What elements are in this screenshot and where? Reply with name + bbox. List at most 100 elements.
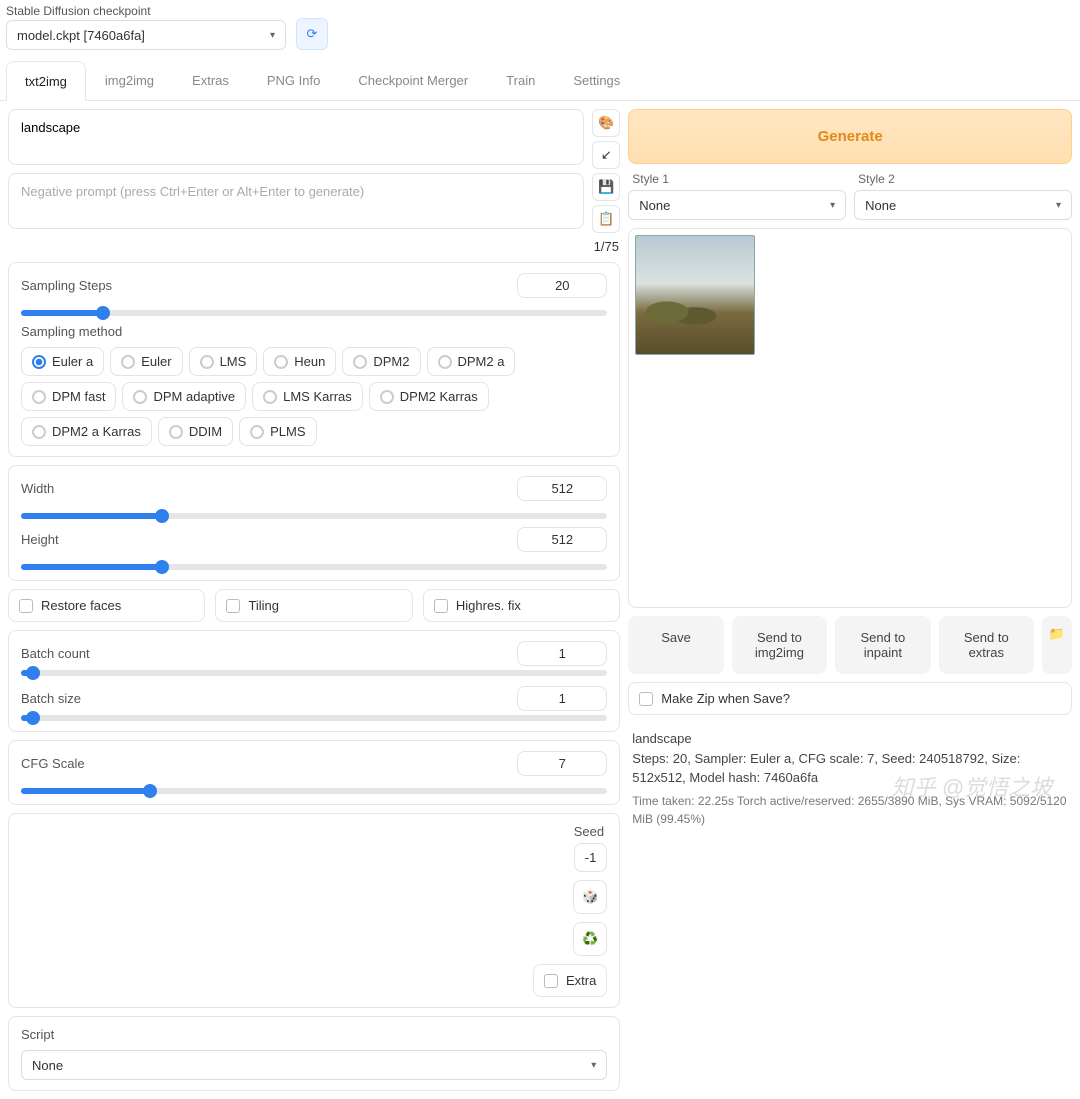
- send-inpaint-button[interactable]: Send to inpaint: [835, 616, 930, 674]
- seed-extra-check[interactable]: Extra: [533, 964, 607, 997]
- radio-icon: [263, 390, 277, 404]
- batch-count-value[interactable]: 1: [517, 641, 607, 666]
- radio-icon: [438, 355, 452, 369]
- sampling-method-dpm2-karras[interactable]: DPM2 Karras: [369, 382, 489, 411]
- sampling-method-lms[interactable]: LMS: [189, 347, 258, 376]
- radio-icon: [169, 425, 183, 439]
- seed-reuse-button[interactable]: ♻️: [573, 922, 607, 956]
- checkbox-icon: [639, 692, 653, 706]
- prompt-input[interactable]: [8, 109, 584, 165]
- sampling-method-ddim[interactable]: DDIM: [158, 417, 233, 446]
- batch-count-label: Batch count: [21, 646, 507, 661]
- tab-txt2img[interactable]: txt2img: [6, 61, 86, 101]
- seed-random-button[interactable]: 🎲: [573, 880, 607, 914]
- batch-count-slider[interactable]: [21, 670, 607, 676]
- style2-select[interactable]: None▾: [854, 190, 1072, 220]
- token-count: 1/75: [594, 239, 619, 254]
- checkpoint-select[interactable]: model.ckpt [7460a6fa] ▾: [6, 20, 286, 50]
- sampling-method-euler-a[interactable]: Euler a: [21, 347, 104, 376]
- sampling-method-label: Sampling method: [21, 324, 607, 339]
- seed-input[interactable]: -1: [574, 843, 608, 872]
- radio-icon: [32, 355, 46, 369]
- checkbox-icon: [434, 599, 448, 613]
- info-prompt: landscape: [632, 729, 1068, 749]
- sampling-method-dpm-fast[interactable]: DPM fast: [21, 382, 116, 411]
- folder-icon: 📁: [1049, 626, 1065, 641]
- style1-label: Style 1: [628, 172, 846, 186]
- sampling-method-dpm-adaptive[interactable]: DPM adaptive: [122, 382, 246, 411]
- batch-size-value[interactable]: 1: [517, 686, 607, 711]
- recycle-icon: ♻️: [582, 931, 598, 947]
- tab-png-info[interactable]: PNG Info: [248, 60, 339, 100]
- batch-size-slider[interactable]: [21, 715, 607, 721]
- radio-icon: [133, 390, 147, 404]
- save-icon: 💾: [598, 179, 614, 195]
- dice-icon: 🎲: [582, 889, 598, 905]
- make-zip-check[interactable]: Make Zip when Save?: [628, 682, 1072, 715]
- arrow-icon: ↙: [601, 147, 612, 163]
- reload-checkpoint-button[interactable]: ⟳: [296, 18, 328, 50]
- height-value[interactable]: 512: [517, 527, 607, 552]
- palette-icon: 🎨: [598, 115, 614, 131]
- restore-faces-check[interactable]: Restore faces: [8, 589, 205, 622]
- sampling-method-dpm2[interactable]: DPM2: [342, 347, 420, 376]
- style-palette-button[interactable]: 🎨: [592, 109, 620, 137]
- seed-label: Seed: [574, 824, 608, 839]
- info-params: Steps: 20, Sampler: Euler a, CFG scale: …: [632, 749, 1068, 788]
- sampling-method-lms-karras[interactable]: LMS Karras: [252, 382, 363, 411]
- radio-icon: [200, 355, 214, 369]
- checkbox-icon: [226, 599, 240, 613]
- open-folder-button[interactable]: 📁: [1042, 616, 1072, 674]
- radio-icon: [32, 390, 46, 404]
- tab-train[interactable]: Train: [487, 60, 554, 100]
- save-button[interactable]: Save: [628, 616, 723, 674]
- width-slider[interactable]: [21, 513, 607, 519]
- height-label: Height: [21, 532, 507, 547]
- apply-style-button[interactable]: ↙: [592, 141, 620, 169]
- cfg-value[interactable]: 7: [517, 751, 607, 776]
- output-gallery[interactable]: [628, 228, 1072, 608]
- clipboard-icon: 📋: [598, 211, 614, 227]
- checkpoint-value: model.ckpt [7460a6fa]: [17, 28, 145, 43]
- chevron-down-icon: ▾: [270, 30, 275, 41]
- cfg-slider[interactable]: [21, 788, 607, 794]
- output-image[interactable]: [635, 235, 755, 355]
- radio-icon: [353, 355, 367, 369]
- send-img2img-button[interactable]: Send to img2img: [732, 616, 827, 674]
- sampling-steps-value[interactable]: 20: [517, 273, 607, 298]
- batch-size-label: Batch size: [21, 691, 507, 706]
- tab-extras[interactable]: Extras: [173, 60, 248, 100]
- sampling-method-euler[interactable]: Euler: [110, 347, 182, 376]
- tab-settings[interactable]: Settings: [554, 60, 639, 100]
- chevron-down-icon: ▾: [830, 200, 835, 211]
- paste-button[interactable]: 📋: [592, 205, 620, 233]
- height-slider[interactable]: [21, 564, 607, 570]
- cfg-label: CFG Scale: [21, 756, 507, 771]
- radio-icon: [32, 425, 46, 439]
- radio-icon: [250, 425, 264, 439]
- checkbox-icon: [19, 599, 33, 613]
- tab-img2img[interactable]: img2img: [86, 60, 173, 100]
- style2-label: Style 2: [854, 172, 1072, 186]
- width-label: Width: [21, 481, 507, 496]
- sampling-steps-slider[interactable]: [21, 310, 607, 316]
- generate-button[interactable]: Generate: [628, 109, 1072, 164]
- send-extras-button[interactable]: Send to extras: [939, 616, 1034, 674]
- save-style-button[interactable]: 💾: [592, 173, 620, 201]
- tab-checkpoint-merger[interactable]: Checkpoint Merger: [339, 60, 487, 100]
- sampling-method-dpm2-a-karras[interactable]: DPM2 a Karras: [21, 417, 152, 446]
- highres-fix-check[interactable]: Highres. fix: [423, 589, 620, 622]
- radio-icon: [274, 355, 288, 369]
- chevron-down-icon: ▾: [1056, 200, 1061, 211]
- radio-icon: [121, 355, 135, 369]
- sampling-method-heun[interactable]: Heun: [263, 347, 336, 376]
- script-select[interactable]: None ▾: [21, 1050, 607, 1080]
- tiling-check[interactable]: Tiling: [215, 589, 412, 622]
- info-time: Time taken: 22.25s Torch active/reserved…: [632, 792, 1068, 828]
- negative-prompt-input[interactable]: [8, 173, 584, 229]
- chevron-down-icon: ▾: [591, 1060, 596, 1071]
- style1-select[interactable]: None▾: [628, 190, 846, 220]
- width-value[interactable]: 512: [517, 476, 607, 501]
- sampling-method-plms[interactable]: PLMS: [239, 417, 316, 446]
- sampling-method-dpm2-a[interactable]: DPM2 a: [427, 347, 516, 376]
